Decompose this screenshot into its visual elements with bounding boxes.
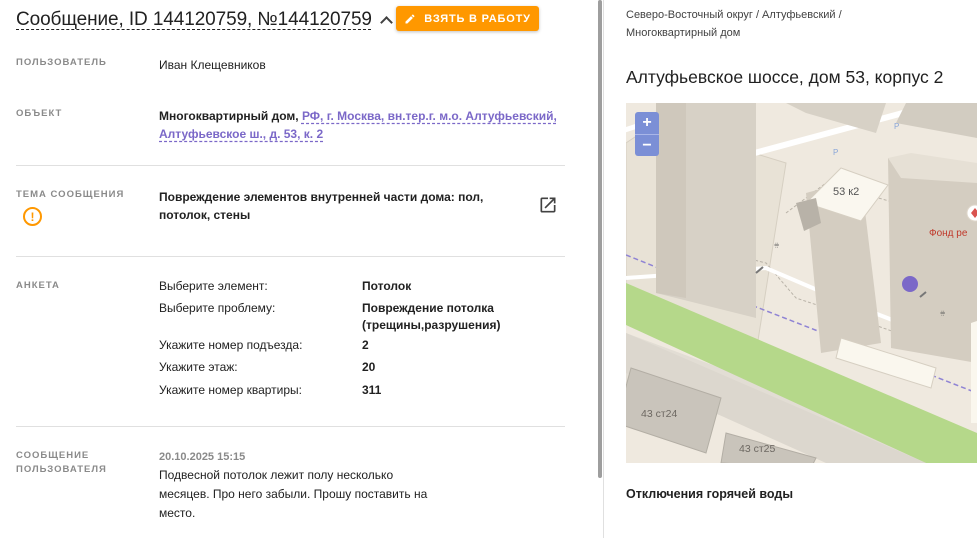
take-to-work-button[interactable]: ВЗЯТЬ В РАБОТУ: [396, 6, 539, 31]
user-message-label-line: ПОЛЬЗОВАТЕЛЯ: [16, 464, 107, 475]
breadcrumb-line[interactable]: Северо-Восточный округ / Алтуфьевский /: [626, 9, 842, 21]
playground-icon: ⩷: [774, 240, 779, 250]
building-label-43-24: 43 ст24: [641, 408, 677, 420]
form-label: АНКЕТА: [16, 280, 60, 291]
poi-label[interactable]: Фонд ре: [929, 228, 968, 239]
message-title[interactable]: Сообщение, ID 144120759, №144120759: [16, 9, 372, 31]
open-in-new-icon[interactable]: [538, 195, 558, 215]
warning-icon: !: [23, 207, 42, 226]
message-date: 20.10.2025 15:15: [159, 451, 246, 463]
object-type: Многоквартирный дом,: [159, 109, 299, 123]
question-label: Укажите номер квартиры:: [159, 383, 303, 397]
user-value: Иван Клещевников: [159, 58, 266, 72]
building-label: 53 к2: [833, 186, 859, 198]
panel-divider: [603, 0, 604, 538]
message-detail-panel: Сообщение, ID 144120759, №144120759 ВЗЯТ…: [0, 0, 601, 538]
parking-label: P: [894, 122, 899, 131]
divider: [16, 165, 565, 166]
topic-label: ТЕМА СООБЩЕНИЯ: [16, 189, 125, 200]
object-label: ОБЪЕКТ: [16, 108, 63, 119]
object-address-link-line2[interactable]: Алтуфьевское ш., д. 53, к. 2: [159, 127, 323, 141]
object-address-link[interactable]: РФ, г. Москва, вн.тер.г. м.о. Алтуфьевск…: [302, 109, 557, 123]
message-text: Подвесной потолок лежит полу несколько м…: [159, 466, 427, 523]
question-answer: 311: [362, 383, 382, 397]
zoom-out-button[interactable]: −: [635, 134, 659, 156]
topic-line: потолок, стены: [159, 208, 251, 222]
zoom-controls: + −: [635, 112, 659, 156]
question-answer: Потолок: [362, 279, 412, 293]
outage-heading: Отключения горячей воды: [626, 487, 794, 501]
map[interactable]: P P ⩷ ⩷ 53 к2 43 ст24 43 ст25 Фонд ре + …: [626, 103, 977, 463]
pencil-icon: [405, 13, 415, 23]
message-line: месяцев. Про него забыли. Прошу поставит…: [159, 487, 428, 501]
scrollbar[interactable]: [598, 0, 602, 478]
question-label: Укажите номер подъезда:: [159, 338, 303, 352]
parking-label: P: [833, 148, 838, 157]
zoom-in-button[interactable]: +: [635, 112, 659, 134]
object-value: Многоквартирный дом, РФ, г. Москва, вн.т…: [159, 107, 559, 143]
user-message-label: СООБЩЕНИЕ ПОЛЬЗОВАТЕЛЯ: [16, 449, 107, 477]
topic-line: Повреждение элементов внутренней части д…: [159, 190, 484, 204]
building-label-43-25: 43 ст25: [739, 443, 775, 455]
user-message-label-line: СООБЩЕНИЕ: [16, 450, 90, 461]
divider: [16, 426, 565, 427]
map-canvas[interactable]: P P ⩷ ⩷ 53 к2 43 ст24 43 ст25 Фонд ре: [626, 103, 977, 463]
question-answer: 20: [362, 360, 376, 374]
breadcrumb-line[interactable]: Многоквартирный дом: [626, 27, 740, 39]
question-label: Выберите элемент:: [159, 279, 268, 293]
playground-icon: ⩷: [940, 308, 945, 318]
message-line: место.: [159, 506, 196, 520]
message-line: Подвесной потолок лежит полу несколько: [159, 468, 394, 482]
chevron-up-icon[interactable]: [380, 14, 392, 26]
user-label: ПОЛЬЗОВАТЕЛЬ: [16, 57, 107, 68]
take-to-work-label: ВЗЯТЬ В РАБОТУ: [424, 12, 531, 25]
location-marker[interactable]: [902, 276, 918, 292]
topic-value: Повреждение элементов внутренней части д…: [159, 188, 483, 224]
question-label: Укажите этаж:: [159, 360, 238, 374]
question-answer: Повреждение потолка (трещины,разрушения): [362, 301, 501, 332]
question-answer: 2: [362, 338, 369, 352]
address-title: Алтуфьевское шоссе, дом 53, корпус 2: [626, 67, 944, 87]
breadcrumb: Северо-Восточный округ / Алтуфьевский / …: [626, 6, 926, 42]
question-label: Выберите проблему:: [159, 301, 276, 315]
message-header: Сообщение, ID 144120759, №144120759: [16, 6, 392, 34]
divider: [16, 256, 565, 257]
